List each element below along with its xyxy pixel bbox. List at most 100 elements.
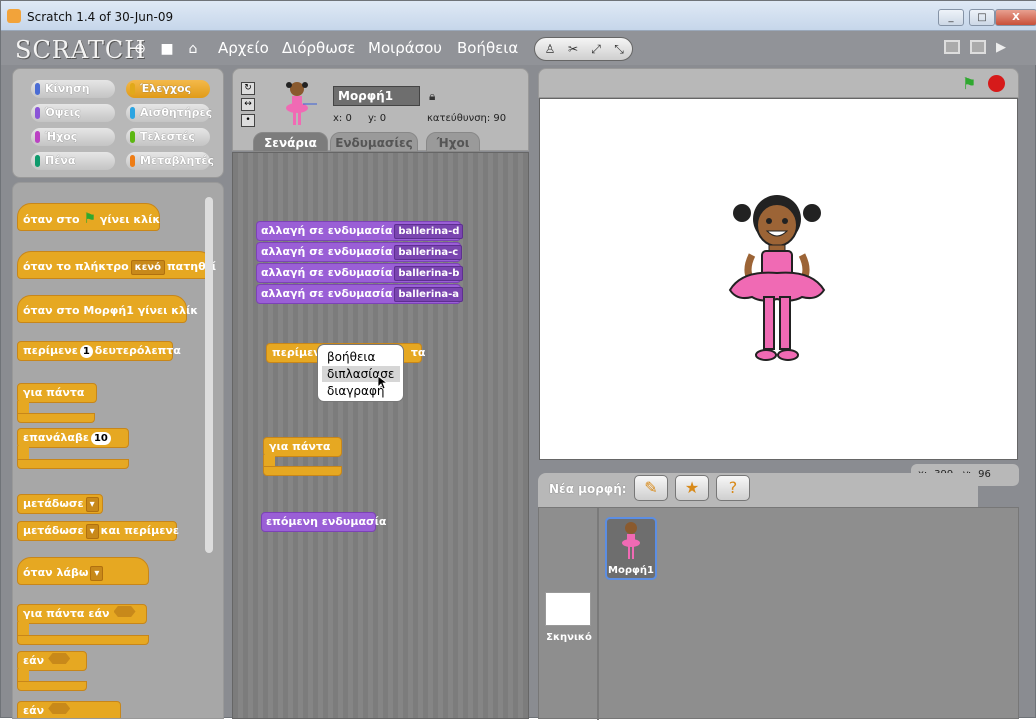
close-button[interactable]: X <box>995 9 1036 26</box>
category-selector: Κίνηση Έλεγχος Όψεις Αισθητήρες Ήχος Τελ… <box>12 68 224 178</box>
save-icon[interactable]: ■ <box>159 41 175 57</box>
category-motion[interactable]: Κίνηση <box>31 80 115 98</box>
receive-dropdown[interactable]: ▾ <box>90 566 104 581</box>
menu-help[interactable]: Βοήθεια <box>457 39 518 57</box>
sprite-card[interactable]: Μορφή1 <box>605 517 657 580</box>
category-control[interactable]: Έλεγχος <box>126 80 210 98</box>
new-sprite-bar: Νέα μορφή: ✎ ★ ? <box>538 473 978 507</box>
if-else-condition-slot <box>48 703 71 714</box>
sprite-name-field[interactable]: Μορφή1 <box>333 86 420 106</box>
category-looks[interactable]: Όψεις <box>31 104 115 122</box>
no-rotate-icon[interactable]: • <box>241 114 255 127</box>
variables-dot-icon <box>130 155 135 167</box>
lock-icon[interactable]: 🔒︎ <box>429 89 439 103</box>
if-else-block[interactable]: εάν <box>17 701 121 718</box>
category-operators[interactable]: Τελεστές <box>126 128 210 146</box>
ballerina-sprite[interactable] <box>722 195 832 367</box>
stage-thumbnail[interactable] <box>545 592 591 626</box>
tab-sounds[interactable]: Ήχοι <box>426 132 480 152</box>
broadcast-and-wait-block[interactable]: μετάδωσε ▾ και περίμενε <box>17 521 179 541</box>
toolbar-tools: ♙ ✂ ⤢ ⤡ <box>534 37 633 61</box>
scissors-icon[interactable]: ✂ <box>564 41 582 57</box>
green-flag-icon[interactable]: ⚑ <box>962 74 980 93</box>
window-title: Scratch 1.4 of 30-Jun-09 <box>27 10 174 24</box>
stage-selector[interactable]: Σκηνικό <box>539 508 599 720</box>
stage-label: Σκηνικό <box>546 632 592 643</box>
grow-icon[interactable]: ⤢ <box>587 41 605 57</box>
sensing-dot-icon <box>130 107 135 119</box>
broadcast-dropdown[interactable]: ▾ <box>85 497 99 512</box>
when-sprite-clicked-block[interactable]: όταν στο Μορφή1 γίνει κλίκ <box>17 295 198 323</box>
menu-edit[interactable]: Διόρθωσε <box>282 39 355 57</box>
control-dot-icon <box>130 83 135 95</box>
when-flag-clicked-block[interactable]: όταν στο ⚑ γίνει κλίκ <box>17 203 160 231</box>
tab-scripts[interactable]: Σενάρια <box>253 132 328 152</box>
sprite-direction: κατεύθυνση: 90 <box>427 113 507 124</box>
forever-block[interactable]: για πάντα <box>17 383 97 403</box>
context-menu-duplicate[interactable]: διπλασίασε <box>322 366 400 382</box>
sprite-y: y: 0 <box>368 113 387 124</box>
normal-stage-mode-icon[interactable] <box>970 40 986 54</box>
small-stage-mode-icon[interactable] <box>944 40 960 54</box>
category-sound[interactable]: Ήχος <box>31 128 115 146</box>
flip-icon[interactable]: ↔ <box>241 98 255 111</box>
broadcast-wait-dropdown[interactable]: ▾ <box>85 524 99 539</box>
new-sprite-label: Νέα μορφή: <box>549 482 627 496</box>
choose-sprite-from-file-icon[interactable]: ★ <box>675 475 709 501</box>
green-flag-icon: ⚑ <box>83 211 97 227</box>
paint-new-sprite-icon[interactable]: ✎ <box>634 475 668 501</box>
motion-dot-icon <box>35 83 40 95</box>
sprite-library: Σκηνικό Μορφή1 <box>538 507 1019 720</box>
sprite-card-thumbnail <box>622 522 640 559</box>
maximize-button[interactable]: □ <box>969 9 995 26</box>
scripts-area[interactable]: αλλαγή σε ενδυμασία ballerina-d αλλαγή σε… <box>232 152 529 719</box>
ballerina-thumbnail <box>286 82 317 125</box>
mouse-cursor-icon <box>378 376 388 390</box>
context-menu-help[interactable]: βοήθεια <box>322 349 400 365</box>
sound-dot-icon <box>35 131 40 143</box>
shrink-icon[interactable]: ⤡ <box>610 41 628 57</box>
repeat-block-bottom <box>17 459 129 469</box>
menu-file[interactable]: Αρχείο <box>218 39 269 57</box>
random-sprite-icon[interactable]: ? <box>716 475 750 501</box>
category-pen[interactable]: Πένα <box>31 152 115 170</box>
switch-costume-block[interactable]: αλλαγή σε ενδυμασία ballerina-d <box>256 221 464 241</box>
stage[interactable] <box>539 98 1018 460</box>
forever-if-block[interactable]: για πάντα εάν <box>17 604 147 624</box>
repeat-block[interactable]: επανάλαβε 10 <box>17 428 129 448</box>
stop-icon[interactable] <box>988 75 1005 92</box>
wait-block[interactable]: περίμενε 1 δευτερόλεπτα <box>17 341 181 361</box>
forever-script-block[interactable]: για πάντα <box>263 437 342 457</box>
sprite-card-label: Μορφή1 <box>608 565 654 576</box>
category-sensing[interactable]: Αισθητήρες <box>126 104 212 122</box>
switch-costume-block[interactable]: αλλαγή σε ενδυμασία ballerina-b <box>256 263 464 283</box>
block-palette: όταν στο ⚑ γίνει κλίκ όταν το πλήκτρο κεν… <box>12 182 224 719</box>
forever-if-block-bottom <box>17 635 149 645</box>
when-key-pressed-block[interactable]: όταν το πλήκτρο κενό πατηθεί <box>17 251 216 279</box>
scratch-window: Scratch 1.4 of 30-Jun-09 _ □ X SCRATCH ⊕… <box>0 0 1036 720</box>
scratch-logo: SCRATCH <box>15 36 147 64</box>
globe-icon[interactable]: ⊕ <box>132 41 148 57</box>
stage-header: ⚑ <box>538 68 1019 98</box>
if-block[interactable]: εάν <box>17 651 87 671</box>
presentation-mode-icon[interactable]: ▶ <box>996 40 1012 55</box>
forever-script-bottom <box>263 466 342 476</box>
when-receive-block[interactable]: όταν λάβω ▾ <box>17 557 149 585</box>
tab-costumes[interactable]: Ενδυμασίες <box>330 132 418 152</box>
share-icon[interactable]: ⌂ <box>185 41 201 57</box>
minimize-button[interactable]: _ <box>938 9 964 26</box>
forever-if-block-side <box>17 622 29 636</box>
context-menu-delete[interactable]: διαγραφή <box>322 383 400 399</box>
palette-scrollbar[interactable] <box>205 197 213 553</box>
broadcast-block[interactable]: μετάδωσε ▾ <box>17 494 103 514</box>
category-variables[interactable]: Μεταβλητές <box>126 152 214 170</box>
menu-share[interactable]: Μοιράσου <box>368 39 442 57</box>
forever-block-bottom <box>17 413 95 423</box>
repeat-block-side <box>17 446 29 460</box>
rotate-icon[interactable]: ↻ <box>241 82 255 95</box>
stamp-icon[interactable]: ♙ <box>541 41 559 57</box>
menu-bar: SCRATCH ⊕ ■ ⌂ Αρχείο Διόρθωσε Μοιράσου Β… <box>1 31 1036 65</box>
switch-costume-block[interactable]: αλλαγή σε ενδυμασία ballerina-a <box>256 284 464 304</box>
switch-costume-block[interactable]: αλλαγή σε ενδυμασία ballerina-c <box>256 242 463 262</box>
next-costume-block[interactable]: επόμενη ενδυμασία <box>261 512 386 532</box>
